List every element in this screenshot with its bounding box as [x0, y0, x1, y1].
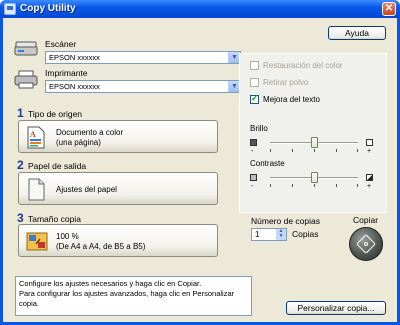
step-1-number: 1 [17, 106, 24, 120]
brightness-slider-thumb[interactable] [311, 137, 318, 148]
svg-text:A: A [30, 130, 36, 139]
app-icon [4, 3, 16, 15]
info-line-2: Para configurar los ajustes avanzados, h… [19, 289, 235, 308]
info-text-box: Configure los ajustes necesarios y haga … [15, 276, 252, 316]
source-type-value: Documento a color [56, 128, 124, 137]
brightness-minus: - [251, 148, 254, 155]
remove-dust-label: Retirar polvo [263, 78, 309, 87]
spinner-arrows-icon[interactable]: ▲ ▼ [276, 229, 286, 240]
info-line-1: Configure los ajustes necesarios y haga … [19, 279, 202, 288]
copy-size-button[interactable]: 100 % (De A4 a A4, de B5 a B5) [18, 224, 218, 257]
text-enhance-checkbox[interactable] [250, 93, 259, 104]
step-2-title: Papel de salida [28, 161, 87, 171]
title-bar[interactable]: Copy Utility ✕ [0, 0, 400, 18]
scanner-value: EPSON xxxxxx [49, 53, 100, 62]
source-type-detail: (una página) [56, 138, 101, 147]
document-icon: A [27, 126, 45, 149]
output-paper-button[interactable]: Ajustes del papel [18, 172, 218, 205]
scanner-label: Escáner [45, 39, 77, 49]
copy-label: Copiar [353, 215, 379, 225]
scanner-icon [14, 41, 38, 56]
close-button[interactable]: ✕ [382, 2, 396, 16]
adjustments-panel: Restauración del color Retirar polvo Mej… [239, 53, 387, 213]
contrast-high-icon [366, 174, 373, 181]
brightness-plus: + [367, 148, 372, 155]
copies-value: 1 [255, 230, 260, 239]
dialog-body: Ayuda Escáner EPSON xxxxxx ▼ Imprimante … [3, 18, 397, 322]
window: Copy Utility ✕ Ayuda Escáner EPSON xxxxx… [0, 0, 400, 325]
help-button[interactable]: Ayuda [328, 26, 386, 40]
contrast-slider-thumb[interactable] [311, 172, 318, 183]
copy-size-value: 100 % [56, 232, 79, 241]
printer-icon [14, 70, 38, 89]
brightness-label: Brillo [250, 124, 268, 133]
restore-color-label: Restauración del color [263, 61, 343, 70]
copy-size-icon [26, 232, 48, 251]
copies-spinner[interactable]: 1 ▲ ▼ [251, 228, 287, 241]
remove-dust-checkbox[interactable] [250, 78, 259, 87]
printer-value: EPSON xxxxxx [49, 82, 100, 91]
restore-color-checkbox[interactable] [250, 61, 259, 70]
step-1-title: Tipo de origen [28, 109, 83, 119]
window-title: Copy Utility [20, 3, 76, 14]
contrast-low-icon [250, 174, 257, 181]
printer-label: Imprimante [45, 68, 88, 78]
brightness-low-icon [250, 139, 257, 146]
copy-size-detail: (De A4 a A4, de B5 a B5) [56, 242, 146, 251]
step-2-number: 2 [17, 158, 24, 172]
customize-copy-button[interactable]: Personalizar copia... [286, 301, 386, 315]
contrast-label: Contraste [250, 159, 285, 168]
copies-unit: Copias [292, 229, 319, 239]
brightness-high-icon [366, 139, 373, 146]
copy-start-button[interactable] [349, 227, 383, 261]
output-paper-value: Ajustes del papel [56, 185, 117, 194]
source-type-button[interactable]: A Documento a color (una página) [18, 120, 218, 153]
step-3-number: 3 [17, 211, 24, 225]
printer-select[interactable]: EPSON xxxxxx ▼ [45, 80, 241, 93]
scanner-select[interactable]: EPSON xxxxxx ▼ [45, 51, 241, 64]
paper-icon [28, 178, 45, 201]
copies-label: Número de copias [251, 216, 320, 226]
text-enhance-label: Mejora del texto [263, 95, 320, 104]
contrast-plus: + [367, 183, 372, 190]
contrast-minus: - [251, 183, 254, 190]
step-3-title: Tamaño copia [28, 214, 81, 224]
